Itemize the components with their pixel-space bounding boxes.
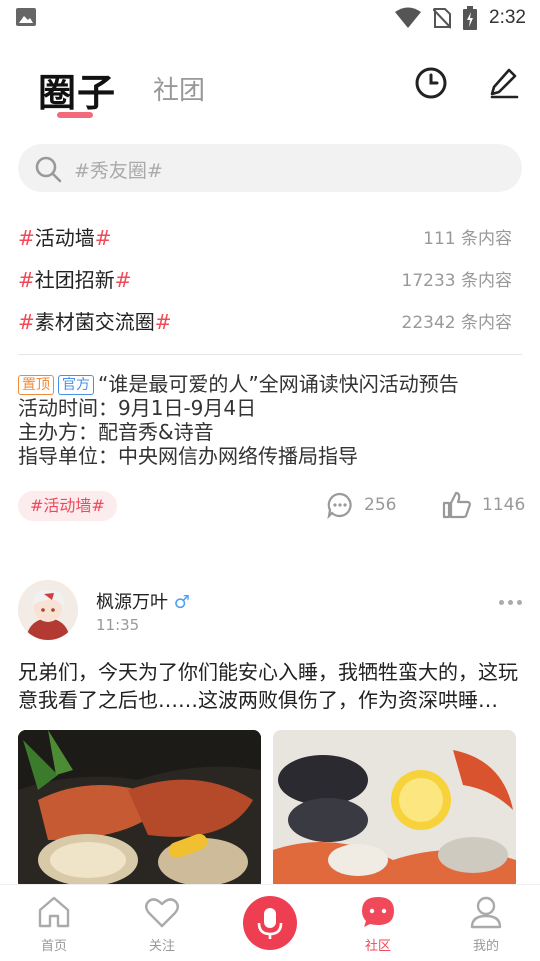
pinned-title: “谁是最可爱的人”全网诵读快闪活动预告: [98, 372, 459, 396]
topic-row[interactable]: #社团招新# 17233 条内容: [18, 262, 512, 292]
search-bar[interactable]: #秀友圈#: [18, 144, 522, 192]
search-icon: [35, 156, 62, 183]
nav-follow-label: 关注: [148, 939, 175, 954]
tag-pill[interactable]: #活动墙#: [18, 491, 117, 521]
history-clock-icon[interactable]: [414, 66, 448, 100]
topic-name: #社团招新#: [18, 268, 132, 292]
divider: [18, 354, 522, 355]
comment-count[interactable]: 256: [326, 490, 396, 520]
topic-name: #活动墙#: [18, 226, 112, 250]
male-gender-icon: ♂: [173, 592, 190, 613]
like-count[interactable]: 1146: [442, 490, 525, 520]
post-time: 11:35: [96, 616, 140, 634]
avatar[interactable]: [18, 580, 78, 640]
edit-pen-icon[interactable]: [487, 66, 521, 100]
bottom-nav: 首页 关注 社区 我的: [0, 884, 540, 961]
pinned-line: 主办方：配音秀&诗音: [18, 420, 214, 444]
status-time: 2:32: [489, 7, 526, 28]
microphone-icon: [257, 908, 283, 939]
record-button[interactable]: [243, 896, 297, 950]
top-bar: 圈子 社团: [0, 56, 540, 126]
no-sim-icon: [433, 8, 452, 29]
chat-bubble-icon: [362, 897, 394, 927]
post-header: 枫源万叶 ♂ 11:35: [18, 580, 522, 642]
comment-count-label: 256: [364, 495, 397, 515]
pinned-line: 指导单位：中央网信办网络传播局指导: [18, 444, 358, 468]
tab-club[interactable]: 社团: [153, 70, 205, 107]
topic-row[interactable]: #活动墙# 111 条内容: [18, 220, 512, 250]
search-placeholder: #秀友圈#: [74, 160, 163, 182]
nav-mine[interactable]: 我的: [446, 895, 526, 954]
battery-icon: [463, 6, 478, 30]
post-username[interactable]: 枫源万叶 ♂: [96, 588, 190, 614]
nav-home[interactable]: 首页: [14, 895, 94, 954]
status-bar: 2:32: [0, 0, 540, 36]
active-tab-indicator: [57, 112, 93, 118]
official-badge: 官方: [58, 375, 94, 395]
profile-icon: [470, 896, 502, 929]
wifi-icon: [395, 7, 422, 28]
tab-circle[interactable]: 圈子: [38, 62, 116, 117]
pinned-title-line: 置顶 官方 “谁是最可爱的人”全网诵读快闪活动预告: [18, 372, 528, 396]
pinned-line: 活动时间：9月1日-9月4日: [18, 396, 257, 420]
topic-name: #素材菌交流圈#: [18, 310, 172, 334]
comment-icon: [327, 492, 352, 519]
heart-icon: [145, 898, 179, 928]
post-image-seafood-grill[interactable]: [18, 730, 261, 890]
topic-count: 22342 条内容: [401, 313, 512, 333]
pinned-badge: 置顶: [18, 375, 54, 395]
image-notification-icon: [16, 8, 36, 26]
home-icon: [38, 896, 70, 928]
thumbs-up-icon: [442, 491, 471, 519]
nav-follow[interactable]: 关注: [122, 895, 202, 954]
nav-mine-label: 我的: [472, 939, 499, 954]
post-image-seafood-platter[interactable]: [273, 730, 516, 890]
like-count-label: 1146: [482, 495, 526, 515]
post-text[interactable]: 兄弟们，今天为了你们能安心入睡，我牺牲蛮大的，这玩意我看了之后也……这波两败俱伤…: [18, 658, 524, 714]
topic-row[interactable]: #素材菌交流圈# 22342 条内容: [18, 304, 512, 334]
nav-home-label: 首页: [40, 939, 67, 954]
pinned-post[interactable]: 置顶 官方 “谁是最可爱的人”全网诵读快闪活动预告 活动时间：9月1日-9月4日 主…: [18, 372, 528, 468]
topic-count: 111 条内容: [423, 229, 512, 249]
more-options-icon[interactable]: [499, 600, 522, 605]
topic-count: 17233 条内容: [401, 271, 512, 291]
nav-community[interactable]: 社区: [338, 895, 418, 954]
nav-community-label: 社区: [364, 939, 391, 954]
